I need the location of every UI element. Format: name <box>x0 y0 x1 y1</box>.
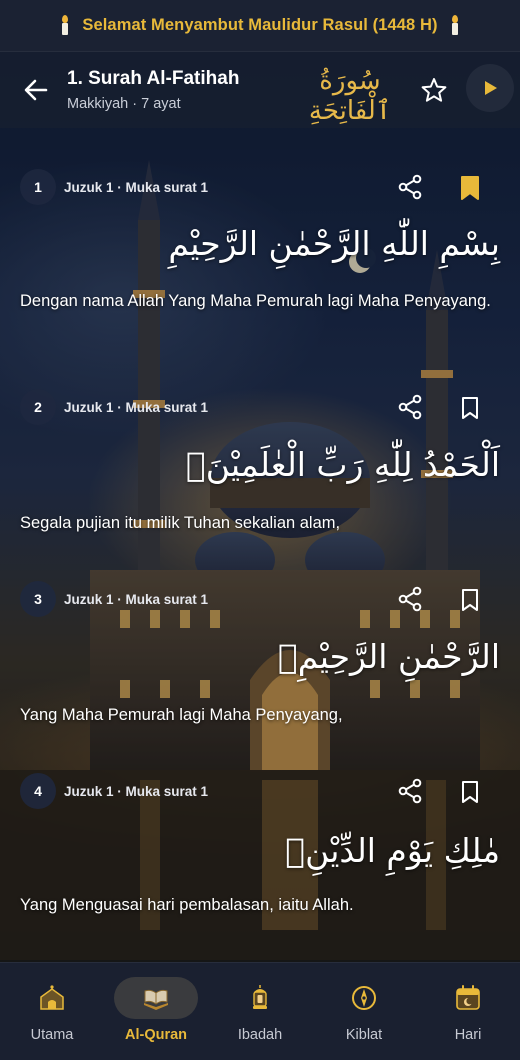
candle-icon <box>450 14 460 37</box>
bookmark-filled-icon[interactable] <box>458 175 482 201</box>
nav-label: Kiblat <box>345 1027 383 1043</box>
arabic-surah-title: سُورَةُ ٱلْفَاتِحَةِ <box>308 66 392 126</box>
verse-meta: Juzuk 1 · Muka surat 1 <box>64 784 209 799</box>
lantern-icon <box>253 985 267 1009</box>
title-block: 1. Surah Al-Fatihah Makkiyah · 7 ayat <box>67 68 239 112</box>
verse-number: 3 <box>20 581 56 617</box>
verse-translation: Yang Maha Pemurah lagi Maha Penyayang, <box>20 706 343 724</box>
verse-arabic: اَلْحَمْدُ لِلّٰهِ رَبِّ الْعٰلَمِيْنَۙ <box>185 445 500 484</box>
verse-translation: Segala pujian itu milik Tuhan sekalian a… <box>20 514 341 532</box>
bottom-navigation: Utama Al-Quran Ibadah Kiblat Hari <box>0 962 520 1060</box>
candle-icon <box>60 14 70 37</box>
favorite-star-icon[interactable] <box>420 76 448 104</box>
verse-translation: Dengan nama Allah Yang Maha Pemurah lagi… <box>20 292 491 310</box>
nav-item-al-quran[interactable]: Al-Quran <box>104 963 208 1060</box>
verse-meta: Juzuk 1 · Muka surat 1 <box>64 592 209 607</box>
nav-label: Al-Quran <box>124 1027 188 1043</box>
play-audio-button[interactable] <box>466 64 514 112</box>
verse-meta: Juzuk 1 · Muka surat 1 <box>64 180 209 195</box>
play-icon <box>485 81 497 95</box>
nav-item-hari[interactable]: Hari <box>416 963 520 1060</box>
share-icon[interactable] <box>396 777 424 805</box>
banner-text: Selamat Menyambut Maulidur Rasul (1448 H… <box>82 16 438 34</box>
verse-arabic: بِسْمِ اللّٰهِ الرَّحْمٰنِ الرَّحِيْمِ <box>168 224 500 263</box>
share-icon[interactable] <box>396 585 424 613</box>
page-title: 1. Surah Al-Fatihah <box>67 68 240 89</box>
share-icon[interactable] <box>396 393 424 421</box>
verse-arabic: الرَّحْمٰنِ الرَّحِيْمِۙ <box>277 637 500 676</box>
verse-meta: Juzuk 1 · Muka surat 1 <box>64 400 209 415</box>
verse-translation: Yang Menguasai hari pembalasan, iaitu Al… <box>20 896 354 914</box>
nav-label: Ibadah <box>237 1027 283 1043</box>
verse-arabic: مٰلِكِ يَوْمِ الدِّيْنِۗ <box>285 831 500 870</box>
compass-icon <box>352 986 376 1010</box>
nav-item-ibadah[interactable]: Ibadah <box>208 963 312 1060</box>
bookmark-icon[interactable] <box>458 587 482 613</box>
verse-number: 1 <box>20 169 56 205</box>
verse-number: 4 <box>20 773 56 809</box>
surah-subtitle: Makkiyah · 7 ayat <box>67 96 181 112</box>
nav-label: Hari <box>454 1027 482 1043</box>
nav-item-kiblat[interactable]: Kiblat <box>312 963 416 1060</box>
verse-number: 2 <box>20 389 56 425</box>
nav-item-utama[interactable]: Utama <box>0 963 104 1060</box>
maulid-banner[interactable]: Selamat Menyambut Maulidur Rasul (1448 H… <box>0 0 520 52</box>
share-icon[interactable] <box>396 173 424 201</box>
bookmark-icon[interactable] <box>458 395 482 421</box>
quran-icon <box>144 989 168 1010</box>
bookmark-icon[interactable] <box>458 779 482 805</box>
calendar-icon <box>456 985 480 1010</box>
mosque-home-icon <box>40 985 64 1010</box>
back-arrow-icon[interactable] <box>22 76 50 104</box>
nav-label: Utama <box>30 1027 74 1043</box>
